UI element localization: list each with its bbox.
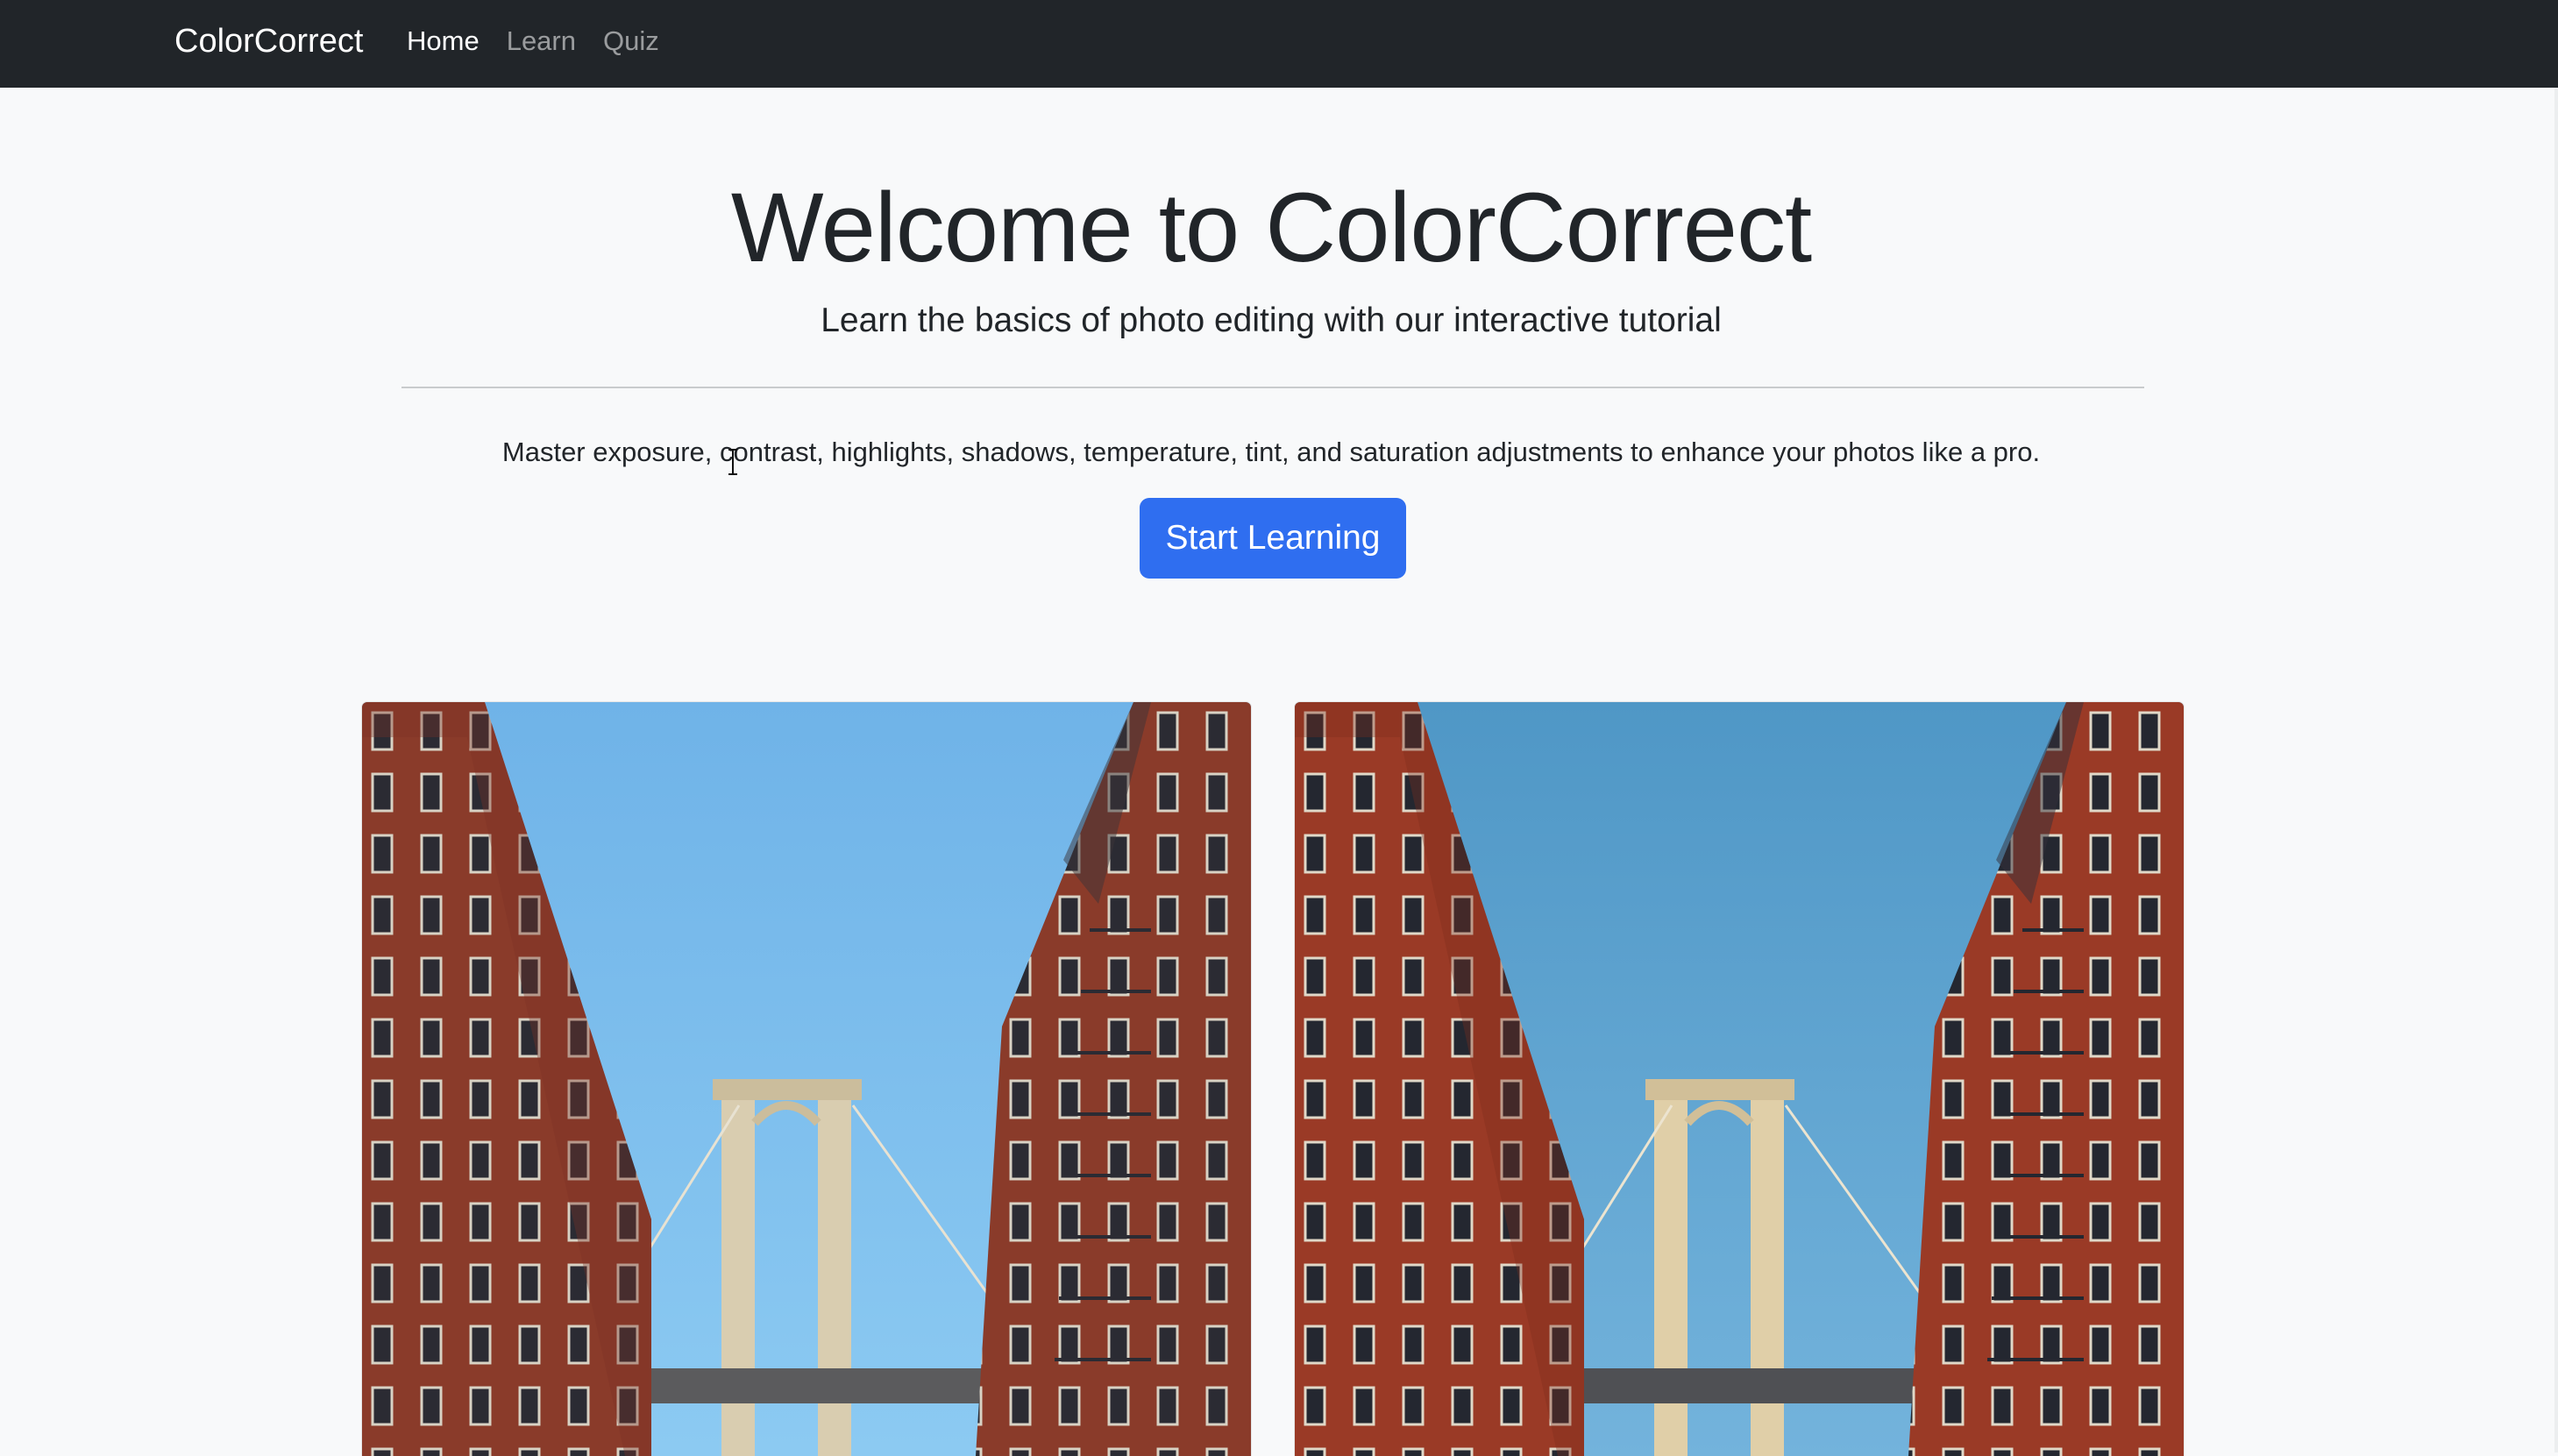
brand-logo-link[interactable]: ColorCorrect (174, 19, 363, 63)
text-cursor-icon (728, 449, 737, 475)
page-title: Welcome to ColorCorrect (730, 173, 1812, 282)
hero-divider (401, 387, 2144, 388)
before-photo (362, 702, 1251, 1456)
page-scrollbar[interactable] (2554, 88, 2558, 1452)
after-photo (1295, 702, 2184, 1456)
nav-link-learn[interactable]: Learn (507, 24, 576, 59)
nav-link-quiz[interactable]: Quiz (603, 24, 659, 59)
hero-description: Master exposure, contrast, highlights, s… (501, 437, 2041, 467)
start-learning-button[interactable]: Start Learning (1140, 498, 1406, 579)
top-navbar: ColorCorrect Home Learn Quiz (0, 0, 2558, 88)
nav-link-home[interactable]: Home (407, 24, 480, 59)
nav-links: Home Learn Quiz (407, 24, 659, 59)
hero-subtitle: Learn the basics of photo editing with o… (821, 302, 1722, 339)
